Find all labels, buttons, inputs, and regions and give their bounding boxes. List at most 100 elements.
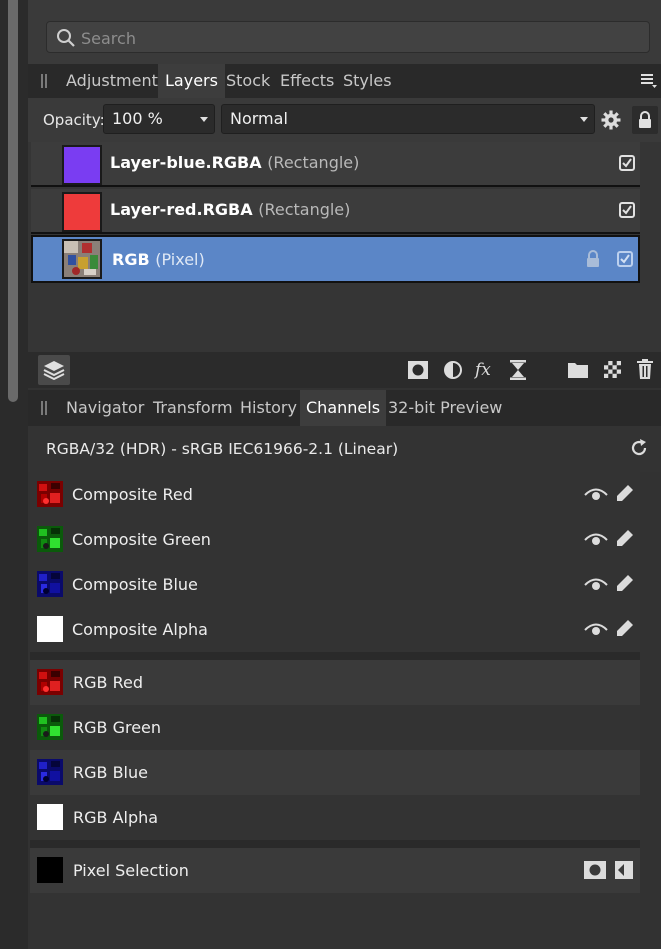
left-scrollbar[interactable] <box>8 0 18 402</box>
green-channel-swatch <box>37 714 63 740</box>
channel-name: Pixel Selection <box>73 861 189 880</box>
pencil-icon[interactable] <box>616 484 634 502</box>
channel-name: RGB Green <box>73 718 162 737</box>
channel-name: Composite Green <box>72 530 211 549</box>
layer-name: RGB (Pixel) <box>112 250 205 269</box>
channel-name: RGB Alpha <box>73 808 159 827</box>
checkmark-icon <box>622 205 632 215</box>
layer-title: RGB <box>112 250 150 269</box>
channel-name: Composite Red <box>72 485 193 504</box>
blue-channel-swatch <box>37 571 63 597</box>
pencil-icon[interactable] <box>616 619 634 637</box>
layer-kind: (Pixel) <box>155 250 205 269</box>
channel-row[interactable]: RGB Blue <box>30 750 640 795</box>
red-channel-swatch <box>37 669 63 695</box>
layer-kind: (Rectangle) <box>258 200 351 219</box>
opacity-value: 100 % <box>112 109 163 128</box>
live-filter-icon[interactable] <box>510 360 526 380</box>
channel-name: RGB Blue <box>73 763 148 782</box>
alpha-channel-swatch <box>37 804 63 830</box>
layer-thumbnail <box>62 239 102 279</box>
red-channel-swatch <box>37 481 63 507</box>
tab-32bit-preview[interactable]: 32-bit Preview <box>382 390 508 426</box>
chevron-down-icon <box>580 117 588 122</box>
tab-transform[interactable]: Transform <box>147 390 239 426</box>
tab-adjustment[interactable]: Adjustment <box>59 64 165 98</box>
blend-mode-value: Normal <box>230 109 288 128</box>
mask-icon[interactable] <box>408 361 428 379</box>
layer-name: Layer-red.RGBA (Rectangle) <box>110 200 350 219</box>
chevron-down-icon <box>200 117 208 122</box>
layer-row-selected[interactable]: RGB (Pixel) <box>31 235 640 283</box>
green-channel-swatch <box>37 526 63 552</box>
invert-selection-icon[interactable] <box>615 861 633 879</box>
eye-icon[interactable] <box>584 486 608 502</box>
layer-thumbnail <box>62 192 102 232</box>
lock-icon[interactable] <box>586 250 600 268</box>
tab-effects[interactable]: Effects <box>273 64 341 98</box>
channel-row[interactable]: RGB Red <box>30 660 640 705</box>
channel-row[interactable]: Composite Blue <box>30 562 640 607</box>
channel-row[interactable]: Composite Alpha <box>30 607 640 652</box>
search-placeholder: Search <box>81 29 136 48</box>
pixel-layer-icon[interactable] <box>604 361 621 378</box>
tab-channels[interactable]: Channels <box>300 390 387 426</box>
color-profile-text: RGBA/32 (HDR) - sRGB IEC61966-2.1 (Linea… <box>46 440 399 458</box>
mask-icon[interactable] <box>584 861 606 879</box>
pencil-icon[interactable] <box>616 574 634 592</box>
eye-icon[interactable] <box>584 621 608 637</box>
layer-thumbnail <box>62 145 102 185</box>
refresh-icon[interactable] <box>629 438 649 458</box>
panel-grip-icon[interactable] <box>41 401 47 415</box>
panel-menu-icon[interactable] <box>641 74 657 88</box>
gear-icon[interactable] <box>601 110 621 130</box>
tab-history[interactable]: History <box>234 390 303 426</box>
layers-toolbar: fx <box>28 352 661 388</box>
layer-title: Layer-blue.RGBA <box>110 153 262 172</box>
blend-mode-dropdown[interactable]: Normal <box>221 104 595 134</box>
pencil-icon[interactable] <box>616 529 634 547</box>
eye-icon[interactable] <box>584 531 608 547</box>
divider <box>30 652 640 660</box>
tab-stock[interactable]: Stock <box>219 64 277 98</box>
lock-icon <box>639 111 651 128</box>
layers-stack-icon <box>43 361 65 380</box>
opacity-dropdown[interactable]: 100 % <box>103 104 215 134</box>
layer-row[interactable]: Layer-blue.RGBA (Rectangle) <box>31 142 640 187</box>
layer-options-bar: Opacity: 100 % Normal <box>28 98 661 142</box>
channel-row[interactable]: RGB Green <box>30 705 640 750</box>
lock-button[interactable] <box>632 106 658 134</box>
layers-panel-button[interactable] <box>38 355 70 385</box>
fx-icon[interactable]: fx <box>474 358 496 380</box>
search-field[interactable]: Search <box>46 21 650 53</box>
divider <box>30 840 640 848</box>
channel-row[interactable]: Composite Green <box>30 517 640 562</box>
eye-icon[interactable] <box>584 576 608 592</box>
photo-thumbnail-icon <box>64 241 100 277</box>
panel-grip-icon[interactable] <box>41 74 47 88</box>
tab-layers[interactable]: Layers <box>158 64 225 98</box>
channel-name: Composite Blue <box>72 575 198 594</box>
trash-icon[interactable] <box>637 359 653 379</box>
channels-tabbar: Navigator Transform History Channels 32-… <box>28 390 661 426</box>
visibility-checkbox[interactable] <box>619 155 635 171</box>
channel-row[interactable]: Composite Red <box>30 472 640 517</box>
adjustment-icon[interactable] <box>443 360 463 380</box>
layer-row[interactable]: Layer-red.RGBA (Rectangle) <box>31 189 640 234</box>
visibility-checkbox[interactable] <box>619 202 635 218</box>
visibility-checkbox[interactable] <box>617 251 633 267</box>
channel-row[interactable]: RGB Alpha <box>30 795 640 840</box>
channel-name: Composite Alpha <box>72 620 208 639</box>
tab-styles[interactable]: Styles <box>336 64 399 98</box>
blue-channel-swatch <box>37 759 63 785</box>
svg-text:fx: fx <box>474 360 491 380</box>
checkmark-icon <box>620 254 630 264</box>
channel-row[interactable]: Pixel Selection <box>30 848 640 893</box>
folder-icon[interactable] <box>568 361 588 378</box>
selection-channel-swatch <box>37 857 63 883</box>
channel-name: RGB Red <box>73 673 143 692</box>
tab-navigator[interactable]: Navigator <box>60 390 150 426</box>
layer-title: Layer-red.RGBA <box>110 200 253 219</box>
studio-tabbar: Adjustment Layers Stock Effects Styles <box>28 64 661 98</box>
color-profile-bar: RGBA/32 (HDR) - sRGB IEC61966-2.1 (Linea… <box>28 426 661 472</box>
